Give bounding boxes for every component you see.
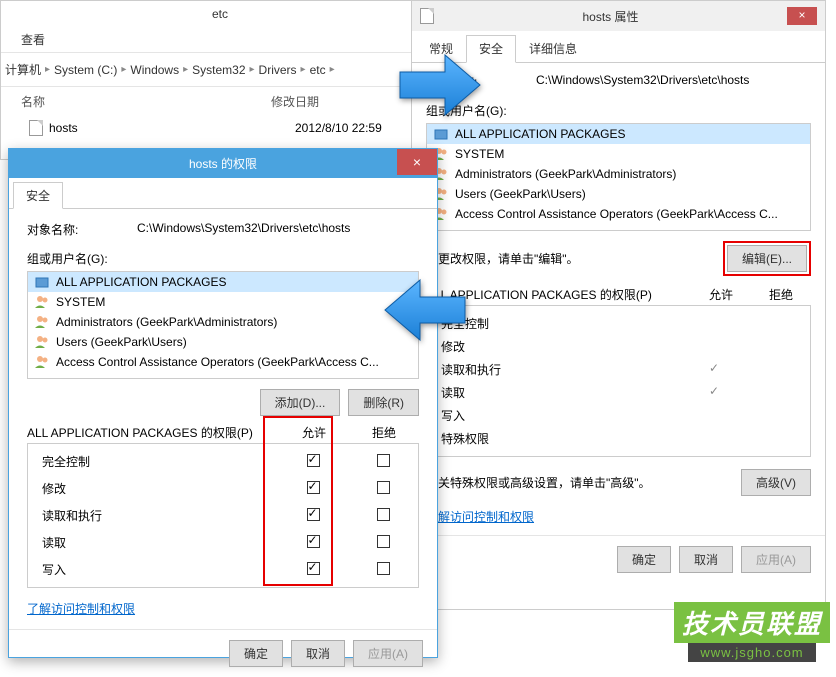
watermark: 技术员联盟 www.jsgho.com <box>674 602 830 662</box>
allow-checkbox[interactable] <box>307 508 320 521</box>
deny-checkbox[interactable] <box>377 481 390 494</box>
group-item[interactable]: Users (GeekPark\Users) <box>28 332 418 352</box>
explorer-window: etc 查看 计算机 ▸ System (C:) ▸ Windows ▸ System… <box>0 0 440 160</box>
column-headers: 名称 修改日期 <box>1 87 439 116</box>
breadcrumb[interactable]: 计算机 ▸ System (C:) ▸ Windows ▸ System32 ▸ Dri… <box>1 52 439 87</box>
permissions-list: 完全控制 修改 读取和执行 读取 写入 <box>27 443 419 588</box>
group-item[interactable]: Administrators (GeekPark\Administrators) <box>427 164 810 184</box>
users-icon <box>34 294 50 310</box>
deny-checkbox[interactable] <box>377 535 390 548</box>
help-link[interactable]: 了解访问控制和权限 <box>27 602 135 616</box>
breadcrumb-item[interactable]: System (C:) <box>54 63 117 77</box>
breadcrumb-item[interactable]: System32 <box>192 63 245 77</box>
group-item[interactable]: ALL APPLICATION PACKAGES <box>28 272 418 292</box>
add-button[interactable]: 添加(D)... <box>260 389 341 416</box>
tab-general[interactable]: 常规 <box>416 35 466 62</box>
package-icon <box>34 274 50 290</box>
group-item[interactable]: ALL APPLICATION PACKAGES <box>427 124 810 144</box>
chevron-right-icon: ▸ <box>301 64 306 75</box>
properties-titlebar: hosts 属性 × <box>412 1 825 31</box>
properties-dialog: hosts 属性 × 常规 安全 详细信息 对象名称: C:\Windows\S… <box>411 0 826 610</box>
ok-button[interactable]: 确定 <box>617 546 671 573</box>
group-item[interactable]: Access Control Assistance Operators (Gee… <box>427 204 810 224</box>
group-item[interactable]: Administrators (GeekPark\Administrators) <box>28 312 418 332</box>
watermark-url: www.jsgho.com <box>688 643 815 662</box>
watermark-title: 技术员联盟 <box>674 602 830 643</box>
object-name-value: C:\Windows\System32\Drivers\etc\hosts <box>137 221 350 238</box>
tab-security[interactable]: 安全 <box>13 182 63 209</box>
breadcrumb-item[interactable]: Drivers <box>259 63 297 77</box>
object-name-label: 对象名称: <box>426 73 536 90</box>
allow-checkbox[interactable] <box>307 481 320 494</box>
group-item[interactable]: SYSTEM <box>28 292 418 312</box>
permissions-dialog-title: hosts 的权限 × <box>9 149 437 178</box>
advanced-hint: 有关特殊权限或高级设置，请单击"高级"。 <box>426 474 651 491</box>
chevron-right-icon: ▸ <box>121 64 126 75</box>
chevron-right-icon: ▸ <box>330 64 335 75</box>
permissions-title: ALL APPLICATION PACKAGES 的权限(P) <box>426 286 691 303</box>
users-icon <box>34 354 50 370</box>
breadcrumb-item[interactable]: Windows <box>130 63 179 77</box>
apply-button[interactable]: 应用(A) <box>353 640 423 667</box>
help-link[interactable]: 了解访问控制和权限 <box>426 510 534 524</box>
file-row[interactable]: hosts 2012/8/10 22:59 <box>1 116 439 140</box>
allow-checkbox[interactable] <box>307 454 320 467</box>
file-icon <box>29 120 43 136</box>
explorer-title: etc <box>1 1 439 27</box>
cancel-button[interactable]: 取消 <box>679 546 733 573</box>
group-item[interactable]: Users (GeekPark\Users) <box>427 184 810 204</box>
groups-label: 组或用户名(G): <box>27 250 419 267</box>
column-date[interactable]: 修改日期 <box>271 93 319 110</box>
allow-header: 允许 <box>691 286 751 303</box>
package-icon <box>433 126 449 142</box>
properties-title: hosts 属性 <box>434 8 787 25</box>
object-name-value: C:\Windows\System32\Drivers\etc\hosts <box>536 73 749 90</box>
users-icon <box>34 334 50 350</box>
object-name-label: 对象名称: <box>27 221 137 238</box>
groups-label: 组或用户名(G): <box>426 102 811 119</box>
group-item[interactable]: Access Control Assistance Operators (Gee… <box>28 352 418 372</box>
file-date: 2012/8/10 22:59 <box>295 121 382 135</box>
advanced-button[interactable]: 高级(V) <box>741 469 811 496</box>
group-item[interactable]: SYSTEM <box>427 144 810 164</box>
deny-checkbox[interactable] <box>377 454 390 467</box>
breadcrumb-item[interactable]: etc <box>310 63 326 77</box>
permissions-dialog: hosts 的权限 × 安全 对象名称: C:\Windows\System32… <box>8 148 438 658</box>
allow-checkbox[interactable] <box>307 562 320 575</box>
chevron-right-icon: ▸ <box>250 64 255 75</box>
groups-list[interactable]: ALL APPLICATION PACKAGES SYSTEM Administ… <box>426 123 811 231</box>
explorer-view-menu[interactable]: 查看 <box>1 27 439 52</box>
groups-list[interactable]: ALL APPLICATION PACKAGES SYSTEM Administ… <box>27 271 419 379</box>
column-name[interactable]: 名称 <box>21 93 271 110</box>
allow-checkbox[interactable] <box>307 535 320 548</box>
breadcrumb-item[interactable]: 计算机 <box>5 61 41 78</box>
permissions-list: 完全控制 修改 读取和执行✓ 读取✓ 写入 特殊权限 <box>426 305 811 457</box>
tabs: 常规 安全 详细信息 <box>412 31 825 63</box>
deny-checkbox[interactable] <box>377 562 390 575</box>
tab-security[interactable]: 安全 <box>466 35 516 63</box>
tab-details[interactable]: 详细信息 <box>516 35 590 62</box>
file-name: hosts <box>49 121 289 135</box>
file-icon <box>420 8 434 24</box>
remove-button[interactable]: 删除(R) <box>348 389 419 416</box>
permissions-title: ALL APPLICATION PACKAGES 的权限(P) <box>27 424 279 441</box>
ok-button[interactable]: 确定 <box>229 640 283 667</box>
edit-hint: 要更改权限，请单击"编辑"。 <box>426 250 579 267</box>
edit-button[interactable]: 编辑(E)... <box>727 245 807 272</box>
chevron-right-icon: ▸ <box>183 64 188 75</box>
allow-header: 允许 <box>279 424 349 441</box>
apply-button[interactable]: 应用(A) <box>741 546 811 573</box>
deny-header: 拒绝 <box>751 286 811 303</box>
deny-header: 拒绝 <box>349 424 419 441</box>
cancel-button[interactable]: 取消 <box>291 640 345 667</box>
close-button[interactable]: × <box>397 149 437 175</box>
close-button[interactable]: × <box>787 7 817 25</box>
chevron-right-icon: ▸ <box>45 64 50 75</box>
deny-checkbox[interactable] <box>377 508 390 521</box>
users-icon <box>34 314 50 330</box>
